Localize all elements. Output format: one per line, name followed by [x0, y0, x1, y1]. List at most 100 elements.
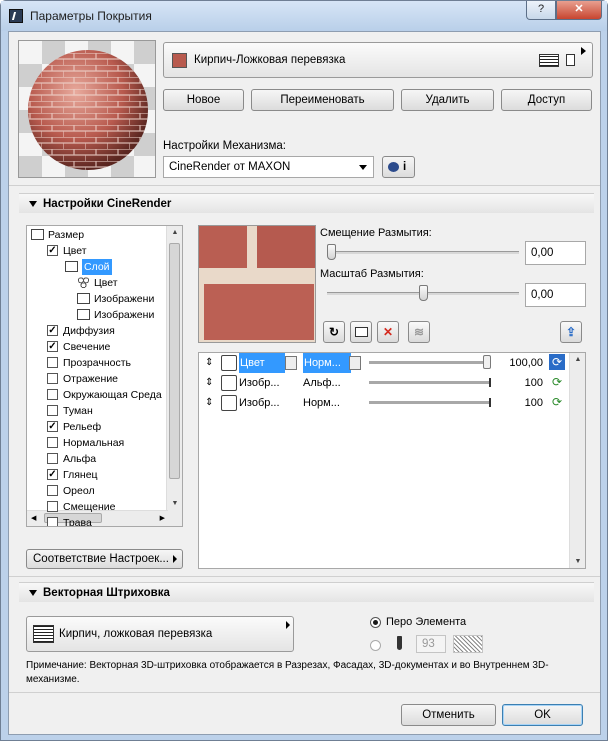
tree-vertical-scrollbar[interactable]: ▲ ▼ [166, 226, 182, 526]
close-button[interactable]: ✕ [556, 1, 602, 20]
pen-color-swatch[interactable] [453, 635, 483, 653]
delete-layer-button[interactable]: ✕ [377, 321, 399, 343]
checkbox-unchecked[interactable] [47, 517, 58, 526]
window-title: Параметры Покрытия [30, 9, 152, 23]
eye-icon [388, 162, 399, 172]
access-button[interactable]: Доступ [501, 89, 592, 111]
tree-item[interactable]: Смещение [27, 499, 167, 515]
chevron-right-icon[interactable] [349, 356, 361, 370]
layers-stack-button[interactable]: ≋ [408, 321, 430, 343]
ok-button[interactable]: OK [502, 704, 583, 726]
tree-item[interactable]: Альфа [27, 451, 167, 467]
scroll-down-arrow-icon[interactable]: ▼ [167, 500, 182, 507]
layer-row[interactable]: ⇕ Цвет Норм... 100,00 ⟳ [199, 353, 569, 373]
tree-item[interactable]: Прозрачность [27, 355, 167, 371]
layer-blend-mode[interactable]: Норм... [303, 393, 340, 413]
blur-scale-thumb[interactable] [418, 285, 428, 301]
blur-offset-input[interactable]: 0,00 [525, 241, 586, 265]
delete-button[interactable]: Удалить [401, 89, 494, 111]
custom-pen-radio[interactable] [370, 640, 381, 651]
blur-scale-value: 0,00 [531, 289, 554, 301]
tree-item[interactable]: Туман [27, 403, 167, 419]
tree-item[interactable]: Окружающая Среда [27, 387, 167, 403]
scroll-up-arrow-icon[interactable]: ▲ [570, 356, 586, 363]
channel-tree[interactable]: ▲ ▼ ◀ ▶ Размер ✓ Цвет Слой Цвет Изображени Изо… [26, 225, 183, 527]
pen-element-radio[interactable] [370, 617, 381, 628]
add-layer-button[interactable] [350, 321, 372, 343]
tree-item[interactable]: Трава [27, 515, 167, 526]
checkbox-checked[interactable]: ✓ [47, 325, 58, 336]
tree-item[interactable]: Слой [27, 259, 167, 275]
surface-name: Кирпич-Ложковая перевязка [194, 54, 346, 66]
checkbox-unchecked[interactable] [47, 405, 58, 416]
title-bar[interactable]: Параметры Покрытия ? ✕ [1, 1, 607, 31]
shader-layers-list[interactable]: ▲ ▼ ⇕ Цвет Норм... 100,00 ⟳ ⇕ Изобр... Альф... 1… [198, 352, 586, 569]
checkbox-unchecked[interactable] [47, 485, 58, 496]
layer-opacity-fill [369, 401, 491, 404]
material-preview[interactable] [18, 40, 156, 178]
layer-row[interactable]: ⇕ Изобр... Альф... 100 ⟳ [199, 373, 569, 393]
layers-vertical-scrollbar[interactable]: ▲ ▼ [569, 353, 585, 568]
checkbox-checked[interactable]: ✓ [47, 469, 58, 480]
new-button[interactable]: Новое [163, 89, 244, 111]
help-button[interactable]: ? [526, 1, 556, 20]
layer-refresh-icon[interactable]: ⟳ [549, 394, 565, 410]
tree-item[interactable]: ✓ Рельеф [27, 419, 167, 435]
export-layer-button[interactable]: ⇪ [560, 321, 582, 343]
engine-select[interactable]: CineRender от MAXON [163, 156, 374, 178]
layer-opacity-thumb[interactable] [483, 355, 491, 369]
checkbox-unchecked[interactable] [47, 501, 58, 512]
tree-item[interactable]: Нормальная [27, 435, 167, 451]
checkbox-unchecked[interactable] [47, 357, 58, 368]
cinerender-section-header[interactable]: Настройки CineRender [19, 193, 594, 213]
tree-item[interactable]: Изображени [27, 291, 167, 307]
layer-refresh-icon[interactable]: ⟳ [549, 374, 565, 390]
reorder-arrows-icon[interactable]: ⇕ [205, 373, 213, 393]
blur-scale-slider[interactable] [327, 285, 519, 303]
tree-item[interactable]: ✓ Цвет [27, 243, 167, 259]
tree-item[interactable]: Изображени [27, 307, 167, 323]
reorder-arrows-icon[interactable]: ⇕ [205, 393, 213, 413]
layer-row[interactable]: ⇕ Изобр... Норм... 100 ⟳ [199, 393, 569, 413]
rename-button[interactable]: Переименовать [251, 89, 394, 111]
tree-item-label: Смещение [63, 501, 116, 513]
hatch-pattern-selector[interactable]: Кирпич, ложковая перевязка [26, 616, 294, 652]
tree-item[interactable]: Отражение [27, 371, 167, 387]
layer-opacity-bar[interactable] [369, 398, 491, 407]
vector-hatch-section-header[interactable]: Векторная Штриховка [19, 582, 594, 602]
chevron-right-icon[interactable] [285, 356, 297, 370]
pen-number-field[interactable]: 93 [416, 635, 446, 653]
texture-preview [198, 225, 316, 343]
checkbox-checked[interactable]: ✓ [47, 341, 58, 352]
layer-blend-mode[interactable]: Альф... [303, 373, 341, 393]
checkbox-unchecked[interactable] [47, 389, 58, 400]
checkbox-checked[interactable]: ✓ [47, 421, 58, 432]
scroll-down-arrow-icon[interactable]: ▼ [570, 558, 586, 565]
checkbox-unchecked[interactable] [47, 453, 58, 464]
checkbox-unchecked[interactable] [47, 437, 58, 448]
checkbox-unchecked[interactable] [47, 373, 58, 384]
cancel-button[interactable]: Отменить [401, 704, 496, 726]
reorder-arrows-icon[interactable]: ⇕ [205, 353, 213, 373]
engine-info-button[interactable]: i [382, 156, 415, 178]
match-settings-button[interactable]: Соответствие Настроек... [26, 549, 183, 569]
scroll-up-arrow-icon[interactable]: ▲ [167, 229, 182, 236]
tree-item[interactable]: Цвет [27, 275, 167, 291]
layer-opacity-bar[interactable] [369, 355, 491, 369]
tree-item[interactable]: Ореол [27, 483, 167, 499]
tree-item[interactable]: ✓ Диффузия [27, 323, 167, 339]
surface-selector[interactable]: Кирпич-Ложковая перевязка [163, 42, 593, 78]
layer-opacity-bar[interactable] [369, 378, 491, 387]
reload-layer-button[interactable]: ↻ [323, 321, 345, 343]
tree-item[interactable]: ✓ Свечение [27, 339, 167, 355]
layer-refresh-icon[interactable]: ⟳ [549, 354, 565, 370]
scroll-thumb[interactable] [169, 243, 180, 479]
blur-offset-slider[interactable] [327, 244, 519, 262]
blur-scale-input[interactable]: 0,00 [525, 283, 586, 307]
blur-offset-thumb[interactable] [327, 244, 336, 260]
checkbox-checked[interactable]: ✓ [47, 245, 58, 256]
layer-blend-mode[interactable]: Норм... [303, 353, 351, 373]
tree-item[interactable]: Размер [27, 227, 167, 243]
info-label: i [403, 161, 407, 173]
tree-item[interactable]: ✓ Глянец [27, 467, 167, 483]
